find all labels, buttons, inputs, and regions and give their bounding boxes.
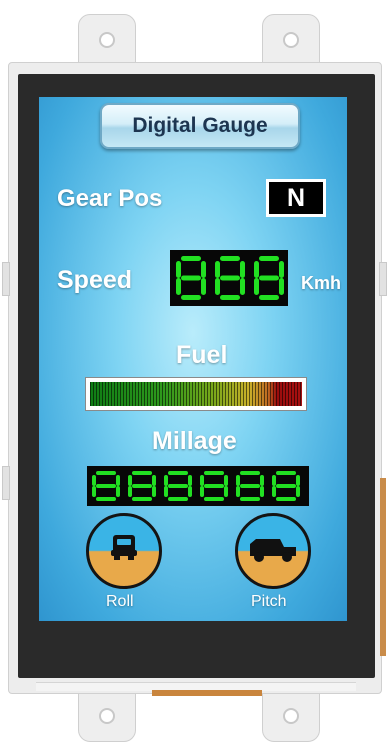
vehicle-side-icon <box>250 539 296 562</box>
digit-segment <box>220 256 240 261</box>
digit-segment <box>152 475 156 486</box>
digit-segment <box>181 256 201 261</box>
speed-unit: Kmh <box>301 273 341 293</box>
digit-segment <box>201 261 206 278</box>
digit-segment <box>240 497 260 501</box>
pcb-edge <box>380 478 386 656</box>
digit-segment <box>164 475 168 486</box>
mileage-label: Millage <box>152 427 237 455</box>
digit-segment <box>272 486 276 497</box>
digit-segment <box>116 475 120 486</box>
speed-display <box>170 250 288 306</box>
screw-hole <box>99 708 115 724</box>
digit-segment <box>168 471 188 475</box>
speed-digits <box>176 256 284 300</box>
digit-segment <box>92 475 96 486</box>
digit-segment <box>176 261 181 278</box>
pitch-label: Pitch <box>251 593 287 610</box>
mount-tab-bottom-left <box>78 690 136 742</box>
digit-segment <box>240 261 245 278</box>
fuel-label: Fuel <box>176 341 228 369</box>
digit-segment <box>132 484 152 488</box>
screw-hole <box>99 32 115 48</box>
gauge-screen: Digital Gauge Gear Pos N Speed Kmh Fuel … <box>39 97 347 621</box>
digit-segment <box>254 278 259 295</box>
pitch-dial <box>235 513 311 589</box>
digit-segment <box>181 295 201 300</box>
digit-segment <box>96 497 116 501</box>
digit-segment <box>128 486 132 497</box>
side-clip <box>2 466 10 500</box>
digit-segment <box>279 261 284 278</box>
digit-segment <box>240 471 260 475</box>
mount-tab-top-left <box>78 14 136 66</box>
digit-segment <box>132 497 152 501</box>
digit-segment <box>168 497 188 501</box>
digit-segment <box>176 278 181 295</box>
digit-segment <box>279 278 284 295</box>
screw-hole <box>283 32 299 48</box>
digit-segment <box>296 486 300 497</box>
digit-segment <box>200 475 204 486</box>
digit-segment <box>215 261 220 278</box>
digit-segment <box>254 261 259 278</box>
digit-segment <box>240 484 260 488</box>
digit-segment <box>96 471 116 475</box>
digit-segment <box>259 256 279 261</box>
digit-segment <box>132 471 152 475</box>
side-clip <box>2 262 10 296</box>
gear-indicator: N <box>266 179 326 217</box>
digit-segment <box>224 475 228 486</box>
digit-segment <box>181 275 201 281</box>
screw-hole <box>283 708 299 724</box>
digit-segment <box>276 497 296 501</box>
digit-segment <box>188 475 192 486</box>
digit-segment <box>259 275 279 281</box>
title-text: Digital Gauge <box>132 114 268 137</box>
gear-value: N <box>269 182 323 214</box>
digit-segment <box>164 486 168 497</box>
mileage-digits <box>92 471 300 501</box>
fuel-gauge <box>85 377 307 411</box>
digit-segment <box>272 475 276 486</box>
digit-segment <box>276 471 296 475</box>
digit-segment <box>128 475 132 486</box>
mount-tab-top-right <box>262 14 320 66</box>
digit-segment <box>260 475 264 486</box>
flex-cable <box>152 690 262 696</box>
digit-segment <box>236 475 240 486</box>
roll-dial <box>86 513 162 589</box>
digit-segment <box>92 486 96 497</box>
digit-segment <box>240 278 245 295</box>
digit-segment <box>204 484 224 488</box>
digit-segment <box>224 486 228 497</box>
mileage-display <box>87 466 309 506</box>
digit-segment <box>116 486 120 497</box>
digit-segment <box>260 486 264 497</box>
digit-segment <box>296 475 300 486</box>
digit-segment <box>276 484 296 488</box>
vehicle-rear-icon <box>111 535 137 560</box>
digit-segment <box>236 486 240 497</box>
speed-label: Speed <box>57 266 133 294</box>
digit-segment <box>96 484 116 488</box>
roll-label: Roll <box>106 593 134 610</box>
digit-segment <box>188 486 192 497</box>
digit-segment <box>200 486 204 497</box>
mount-tab-bottom-right <box>262 690 320 742</box>
digit-segment <box>201 278 206 295</box>
side-clip <box>379 262 387 296</box>
digit-segment <box>204 471 224 475</box>
digit-segment <box>152 486 156 497</box>
gear-label: Gear Pos <box>57 185 163 212</box>
fuel-level-bar <box>90 382 302 406</box>
digit-segment <box>259 295 279 300</box>
digit-segment <box>168 484 188 488</box>
digit-segment <box>220 295 240 300</box>
digit-segment <box>220 275 240 281</box>
digit-segment <box>215 278 220 295</box>
digit-segment <box>204 497 224 501</box>
title-button[interactable]: Digital Gauge <box>100 103 300 149</box>
